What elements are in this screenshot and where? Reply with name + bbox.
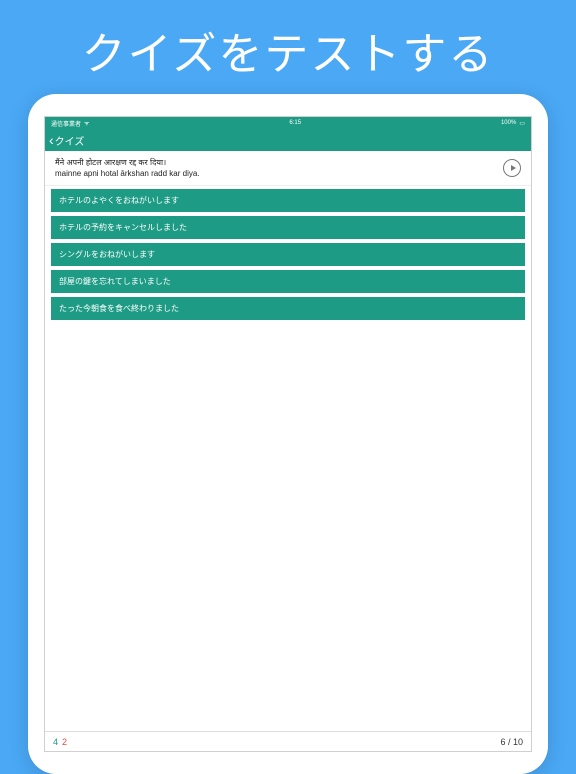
answer-option[interactable]: たった今朝食を食べ終わりました	[51, 297, 525, 320]
score-wrong: 2	[62, 737, 67, 747]
hero-title: クイズをテストする	[0, 0, 576, 94]
answer-option[interactable]: シングルをおねがいします	[51, 243, 525, 266]
back-button[interactable]: ‹ クイズ	[49, 132, 84, 148]
nav-bar: ‹ クイズ	[45, 129, 531, 151]
question-hindi: मैंने अपनी होटल आरक्षण रद्द कर दिया।	[55, 157, 200, 168]
answers-list: ホテルのよやくをおねがいします ホテルの予約をキャンセルしました シングルをおね…	[45, 186, 531, 327]
battery-label: 100%	[501, 120, 516, 126]
progress-label: 6 / 10	[500, 737, 523, 747]
answer-option[interactable]: ホテルの予約をキャンセルしました	[51, 216, 525, 239]
battery-icon: ▭	[519, 120, 525, 127]
answer-option[interactable]: ホテルのよやくをおねがいします	[51, 189, 525, 212]
bottom-bar: 4 2 6 / 10	[45, 731, 531, 751]
play-button[interactable]	[503, 159, 521, 177]
question-text: मैंने अपनी होटल आरक्षण रद्द कर दिया। mai…	[55, 157, 200, 179]
question-card: मैंने अपनी होटल आरक्षण रद्द कर दिया। mai…	[45, 151, 531, 186]
tablet-frame: 通信事業者 ᯤ 6:15 100% ▭ ‹ クイズ मैंने अपनी होट…	[28, 94, 548, 774]
chevron-left-icon: ‹	[49, 132, 54, 148]
back-label: クイズ	[55, 133, 85, 148]
score-correct: 4	[53, 737, 58, 747]
status-bar: 通信事業者 ᯤ 6:15 100% ▭	[45, 117, 531, 129]
tablet-screen: 通信事業者 ᯤ 6:15 100% ▭ ‹ クイズ मैंने अपनी होट…	[44, 116, 532, 752]
score: 4 2	[53, 737, 67, 747]
play-icon	[511, 165, 516, 171]
status-time: 6:15	[289, 120, 301, 126]
carrier-label: 通信事業者	[51, 119, 81, 128]
wifi-icon: ᯤ	[84, 119, 89, 127]
content-area	[45, 327, 531, 731]
question-romanized: mainne apni hotal ārkshan radd kar diya.	[55, 168, 200, 179]
answer-option[interactable]: 部屋の鍵を忘れてしまいました	[51, 270, 525, 293]
